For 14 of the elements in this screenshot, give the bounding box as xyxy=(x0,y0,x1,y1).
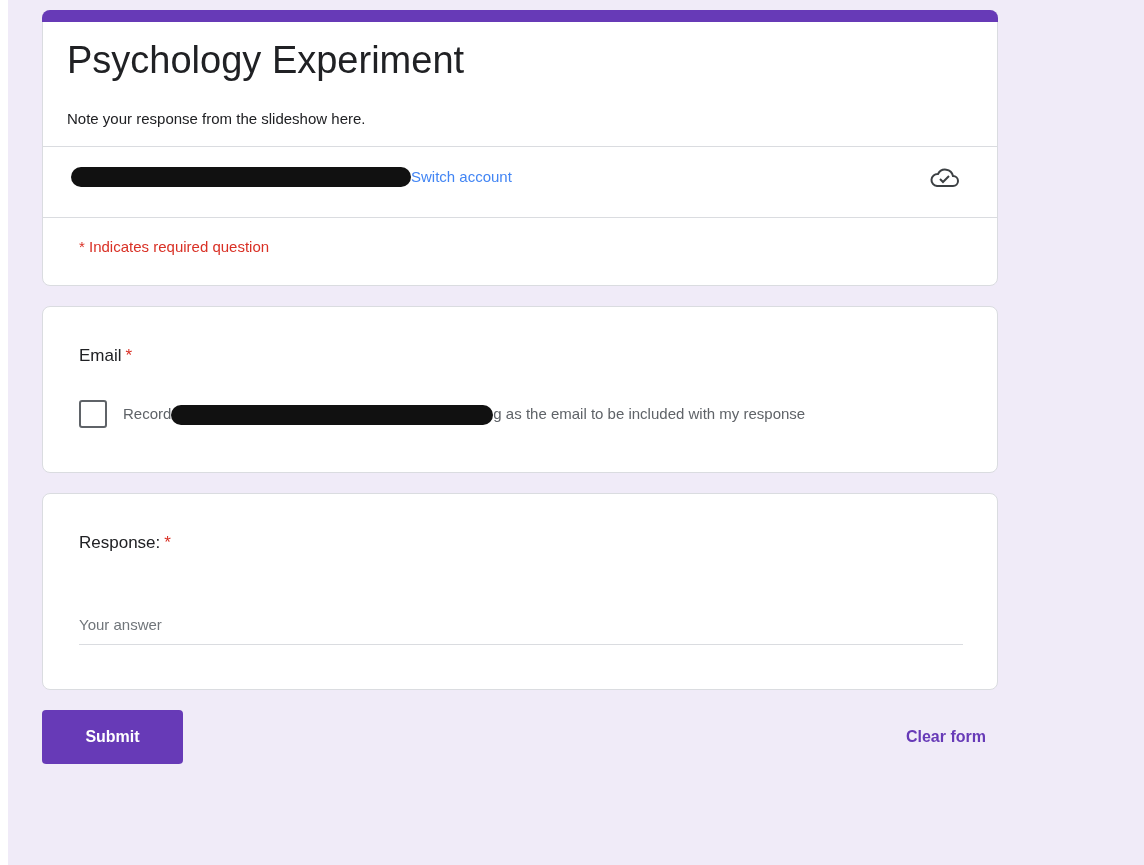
question-label: Email xyxy=(79,344,122,367)
checkbox-label: Record xyxy=(123,405,172,423)
submit-button[interactable]: Submit xyxy=(42,710,183,765)
clear-form-link[interactable]: Clear form xyxy=(905,725,986,750)
required-note: * Indicates required question xyxy=(79,237,271,258)
form-description: Note your response from the slideshow here. xyxy=(67,108,367,129)
required-mark: * xyxy=(164,532,171,555)
form-title: Psychology Experiment xyxy=(67,38,466,83)
checkbox-label: g as the email to be included with my response xyxy=(493,405,806,423)
required-mark: * xyxy=(125,344,133,367)
question-label: Response: xyxy=(79,532,161,555)
switch-account-link[interactable]: Switch account xyxy=(411,165,512,189)
checkbox[interactable] xyxy=(79,400,107,429)
answer-field[interactable]: Your answer xyxy=(79,605,963,646)
